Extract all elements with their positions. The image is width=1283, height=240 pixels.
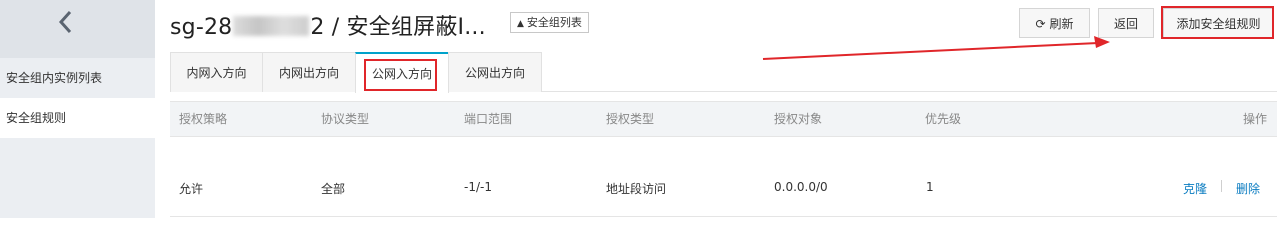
cell-auth-type: 地址段访问 xyxy=(606,182,667,196)
chevron-left-icon xyxy=(58,10,72,34)
list-button-label: 安全组列表 xyxy=(526,16,582,29)
cell-protocol: 全部 xyxy=(321,182,346,196)
sidebar: 安全组内实例列表 安全组规则 xyxy=(0,0,155,218)
th-actions: 操作 xyxy=(1243,112,1268,126)
cell-priority: 1 xyxy=(926,180,934,194)
tab-intranet-outbound[interactable]: 内网出方向 xyxy=(262,52,356,92)
table-header: 授权策略 协议类型 端口范围 授权类型 授权对象 优先级 操作 xyxy=(170,101,1277,137)
th-auth-object: 授权对象 xyxy=(774,112,823,126)
tab-internet-outbound[interactable]: 公网出方向 xyxy=(448,52,542,92)
redacted-id xyxy=(233,16,310,36)
cell-port: -1/-1 xyxy=(464,180,492,194)
action-separator xyxy=(1221,180,1222,192)
title-prefix: sg-28 xyxy=(170,15,233,40)
th-port: 端口范围 xyxy=(464,112,513,126)
page-title: sg-28 2 / 安全组屏蔽I... xyxy=(170,9,486,41)
refresh-button[interactable]: ⟳ 刷新 xyxy=(1019,8,1090,38)
refresh-icon: ⟳ xyxy=(1035,17,1046,31)
add-rule-button[interactable]: 添加安全组规则 xyxy=(1163,8,1274,38)
back-button[interactable]: 返回 xyxy=(1098,8,1154,38)
th-auth-type: 授权类型 xyxy=(606,112,655,126)
clone-link[interactable]: 克隆 xyxy=(1183,180,1207,197)
th-protocol: 协议类型 xyxy=(321,112,370,126)
th-priority: 优先级 xyxy=(925,112,962,126)
cell-policy: 允许 xyxy=(179,182,204,196)
tab-intranet-inbound[interactable]: 内网入方向 xyxy=(170,52,263,92)
delete-link[interactable]: 删除 xyxy=(1236,180,1260,197)
arrow-up-icon: ▲ xyxy=(517,19,524,29)
row-divider xyxy=(170,216,1277,217)
security-group-list-button[interactable]: ▲ 安全组列表 xyxy=(510,12,589,33)
sidebar-item-rules[interactable]: 安全组规则 xyxy=(0,98,155,138)
cell-auth-object: 0.0.0.0/0 xyxy=(774,180,828,194)
tab-internet-inbound[interactable]: 公网入方向 xyxy=(355,52,449,93)
back-nav-button[interactable] xyxy=(0,0,155,58)
th-policy: 授权策略 xyxy=(179,112,228,126)
sidebar-item-instances[interactable]: 安全组内实例列表 xyxy=(0,58,155,98)
refresh-label: 刷新 xyxy=(1049,17,1074,31)
title-suffix: 2 / 安全组屏蔽I... xyxy=(310,15,486,40)
